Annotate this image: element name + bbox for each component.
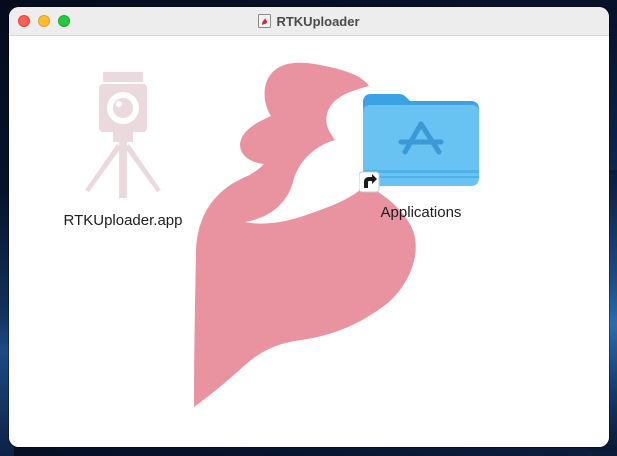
window-title: RTKUploader	[276, 13, 360, 29]
alias-arrow-icon	[359, 171, 380, 193]
title-bar[interactable]: RTKUploader	[9, 7, 609, 36]
window-content: RTKUploader.app Applications	[9, 36, 609, 447]
app-item-label: RTKUploader.app	[63, 212, 183, 229]
applications-folder-item[interactable]: Applications	[351, 86, 491, 221]
surveyor-tripod-icon	[85, 72, 161, 198]
applications-folder-icon	[359, 94, 479, 193]
applications-folder-label: Applications	[380, 204, 462, 221]
app-item[interactable]: RTKUploader.app	[53, 72, 193, 229]
window-title-group: RTKUploader	[9, 7, 609, 35]
disk-image-icon	[258, 14, 272, 28]
finder-window: RTKUploader RTKUploader.app Applications	[9, 7, 609, 447]
